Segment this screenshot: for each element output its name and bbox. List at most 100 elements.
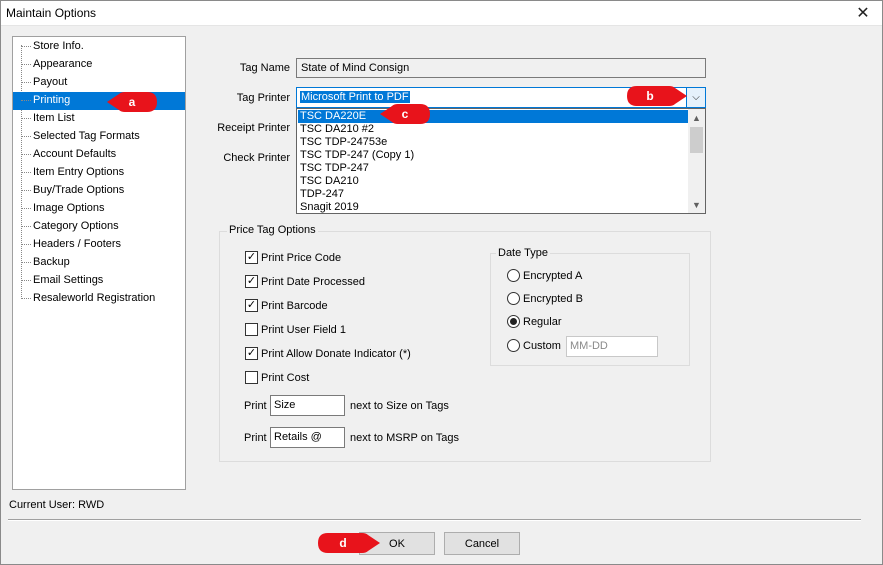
size-input[interactable]: Size xyxy=(270,395,345,416)
print-retail-label: Print xyxy=(244,432,267,444)
tree-item-label: Item Entry Options xyxy=(33,166,125,178)
tag-printer-label: Tag Printer xyxy=(236,92,290,104)
radio-circle xyxy=(507,339,520,352)
dropdown-option[interactable]: TSC TDP-24753e xyxy=(298,136,688,149)
callout-d: d xyxy=(318,533,380,553)
print-date-processed-checkbox[interactable]: ✓ Print Date Processed xyxy=(245,275,365,288)
encrypted-b-radio[interactable]: Encrypted B xyxy=(507,292,583,305)
current-user-label: Current User: RWD xyxy=(9,499,105,511)
checkbox-label: Print Date Processed xyxy=(261,275,365,288)
tree-item-label: Store Info. xyxy=(33,40,84,52)
tree-item-label: Headers / Footers xyxy=(33,238,122,250)
radio-label: Custom xyxy=(523,339,561,352)
dropdown-option[interactable]: TSC TDP-247 xyxy=(298,162,688,175)
check-icon: ✓ xyxy=(245,251,258,264)
tree-item-category-options[interactable]: Category Options xyxy=(13,218,185,236)
check-icon: ✓ xyxy=(245,299,258,312)
tree-item-resaleworld-registration[interactable]: Resaleworld Registration xyxy=(13,290,185,308)
dropdown-option[interactable]: TSC DA210 xyxy=(298,175,688,188)
tree-item-printing[interactable]: Printing xyxy=(13,92,185,110)
tree-item-image-options[interactable]: Image Options xyxy=(13,200,185,218)
dropdown-option[interactable]: TSC DA210 #2 xyxy=(298,123,688,136)
tree-item-label: Printing xyxy=(33,94,71,106)
radio-label: Regular xyxy=(523,315,562,328)
tree-item-buy-trade-options[interactable]: Buy/Trade Options xyxy=(13,182,185,200)
tree-item-selected-tag-formats[interactable]: Selected Tag Formats xyxy=(13,128,185,146)
dropdown-option[interactable]: TDP-247 xyxy=(298,188,688,201)
retail-input[interactable]: Retails @ xyxy=(270,427,345,448)
tree-item-label: Account Defaults xyxy=(33,148,117,160)
footer-separator xyxy=(8,519,861,521)
radio-label: Encrypted A xyxy=(523,269,583,282)
tree-item-store-info[interactable]: Store Info. xyxy=(13,38,185,56)
regular-radio[interactable]: Regular xyxy=(507,315,562,328)
check-printer-label: Check Printer xyxy=(223,152,290,164)
print-size-label: Print xyxy=(244,400,267,412)
receipt-printer-label: Receipt Printer xyxy=(217,122,290,134)
tree-item-backup[interactable]: Backup xyxy=(13,254,185,272)
radio-selected-dot xyxy=(510,318,517,325)
cancel-button[interactable]: Cancel xyxy=(444,532,520,555)
print-allow-donate-indicator-checkbox[interactable]: ✓ Print Allow Donate Indicator (*) xyxy=(245,347,411,360)
callout-c: c xyxy=(380,104,430,124)
callout-b: b xyxy=(627,86,687,106)
tag-name-label: Tag Name xyxy=(239,62,290,74)
tag-name-field[interactable]: State of Mind Consign xyxy=(296,58,706,78)
radio-circle xyxy=(507,269,520,282)
radio-label: Encrypted B xyxy=(523,292,583,305)
retail-suffix-label: next to MSRP on Tags xyxy=(350,432,460,444)
encrypted-a-radio[interactable]: Encrypted A xyxy=(507,269,582,282)
tree-item-label: Selected Tag Formats xyxy=(33,130,140,142)
dropdown-option[interactable]: TSC TDP-247 (Copy 1) xyxy=(298,149,688,162)
dropdown-option[interactable]: Snagit 2019 xyxy=(298,201,688,213)
print-cost-checkbox[interactable]: Print Cost xyxy=(245,371,309,384)
custom-radio[interactable]: Custom xyxy=(507,339,561,352)
tree-item-label: Appearance xyxy=(33,58,93,70)
radio-circle xyxy=(507,292,520,305)
scroll-up-icon[interactable]: ▲ xyxy=(688,109,705,126)
print-price-code-checkbox[interactable]: ✓ Print Price Code xyxy=(245,251,341,264)
price-tag-options-title: Price Tag Options xyxy=(227,224,318,236)
tree-item-label: Item List xyxy=(33,112,75,124)
tree-item-email-settings[interactable]: Email Settings xyxy=(13,272,185,290)
tree-item-label: Image Options xyxy=(33,202,105,214)
scroll-down-icon[interactable]: ▼ xyxy=(688,196,705,213)
tree-item-appearance[interactable]: Appearance xyxy=(13,56,185,74)
tag-printer-dropdown-list: TSC DA220E TSC DA210 #2 TSC TDP-24753e T… xyxy=(296,108,706,214)
options-tree: Store Info. Appearance Payout Printing I… xyxy=(12,36,186,490)
checkbox-box xyxy=(245,371,258,384)
window-title: Maintain Options xyxy=(6,6,97,20)
dropdown-scrollbar[interactable]: ▲ ▼ xyxy=(688,109,705,213)
checkbox-label: Print Cost xyxy=(261,371,310,384)
tree-item-label: Buy/Trade Options xyxy=(33,184,125,196)
tree-item-label: Payout xyxy=(33,76,68,88)
tree-item-label: Backup xyxy=(33,256,70,268)
print-user-field-1-checkbox[interactable]: Print User Field 1 xyxy=(245,323,346,336)
chevron-down-icon[interactable]: ⌵ xyxy=(686,88,705,107)
checkbox-label: Print Barcode xyxy=(261,299,328,312)
checkbox-label: Print User Field 1 xyxy=(261,323,346,336)
scroll-thumb[interactable] xyxy=(690,127,703,153)
tree-item-label: Email Settings xyxy=(33,274,104,286)
title-bar: Maintain Options ✕ xyxy=(0,0,883,26)
close-icon[interactable]: ✕ xyxy=(843,0,883,26)
tree-item-account-defaults[interactable]: Account Defaults xyxy=(13,146,185,164)
dropdown-option[interactable]: TSC DA220E xyxy=(298,110,688,123)
tree-item-payout[interactable]: Payout xyxy=(13,74,185,92)
custom-date-input[interactable]: MM-DD xyxy=(566,336,658,357)
tree-item-headers-footers[interactable]: Headers / Footers xyxy=(13,236,185,254)
tree-item-item-list[interactable]: Item List xyxy=(13,110,185,128)
tree-item-label: Resaleworld Registration xyxy=(33,292,156,304)
date-type-title: Date Type xyxy=(496,247,550,259)
checkbox-box xyxy=(245,323,258,336)
size-suffix-label: next to Size on Tags xyxy=(350,400,449,412)
check-icon: ✓ xyxy=(245,275,258,288)
tag-printer-selected-value: Microsoft Print to PDF xyxy=(300,91,410,103)
checkbox-label: Print Allow Donate Indicator (*) xyxy=(261,347,411,360)
check-icon: ✓ xyxy=(245,347,258,360)
callout-a: a xyxy=(107,92,157,112)
radio-circle xyxy=(507,315,520,328)
tree-item-item-entry-options[interactable]: Item Entry Options xyxy=(13,164,185,182)
checkbox-label: Print Price Code xyxy=(261,251,342,264)
print-barcode-checkbox[interactable]: ✓ Print Barcode xyxy=(245,299,328,312)
